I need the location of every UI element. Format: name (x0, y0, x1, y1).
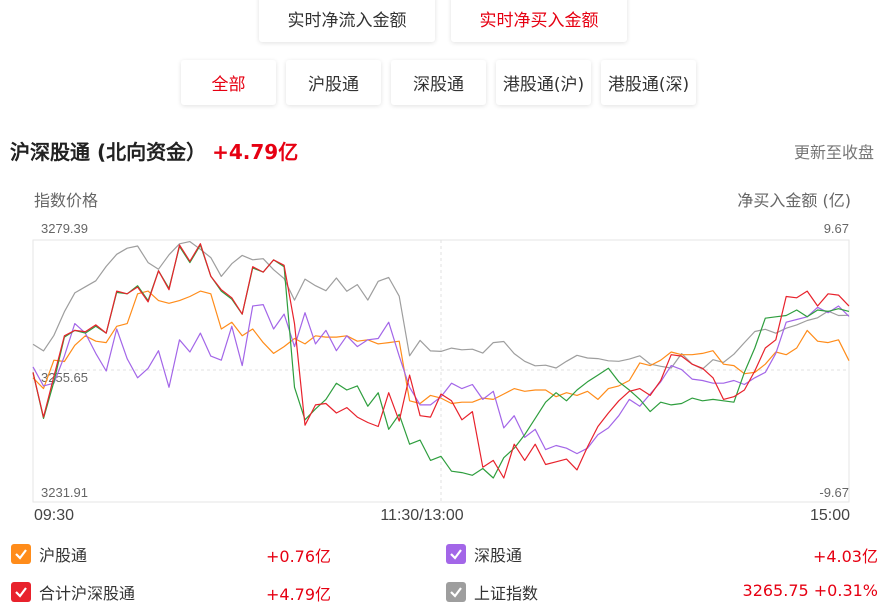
legend-value-index: 3265.75 +0.31% (742, 581, 878, 600)
legend-value-sz: +4.03亿 (812, 547, 878, 566)
right-tick-bottom: -9.67 (819, 485, 849, 500)
legend-label-index: 上证指数 (474, 584, 539, 603)
legend-value-total: +4.79亿 (266, 585, 332, 604)
legend-item-total[interactable]: 合计沪深股通 (11, 580, 135, 604)
legend-value-sh: +0.76亿 (266, 547, 332, 566)
checkbox-icon[interactable] (446, 582, 466, 602)
legend-label-total: 合计沪深股通 (39, 584, 136, 603)
x-tick-midday: 11:30/13:00 (380, 507, 463, 524)
x-tick-open: 09:30 (34, 507, 74, 524)
left-tick-bottom: 3231.91 (41, 485, 88, 500)
right-tick-top: 9.67 (824, 221, 849, 236)
legend-item-sz[interactable]: 深股通 (446, 542, 522, 566)
intraday-flow-chart: 3279.39 3255.65 3231.91 9.67 -9.67 09:30… (32, 221, 850, 524)
legend-label-sz: 深股通 (474, 546, 523, 565)
legend-item-sh[interactable]: 沪股通 (11, 542, 87, 566)
checkbox-icon[interactable] (11, 544, 31, 564)
legend-label-sh: 沪股通 (39, 546, 88, 565)
checkbox-icon[interactable] (11, 582, 31, 602)
checkbox-icon[interactable] (446, 544, 466, 564)
legend-item-index[interactable]: 上证指数 (446, 580, 538, 604)
left-tick-top: 3279.39 (41, 221, 88, 236)
x-tick-close: 15:00 (810, 507, 850, 524)
